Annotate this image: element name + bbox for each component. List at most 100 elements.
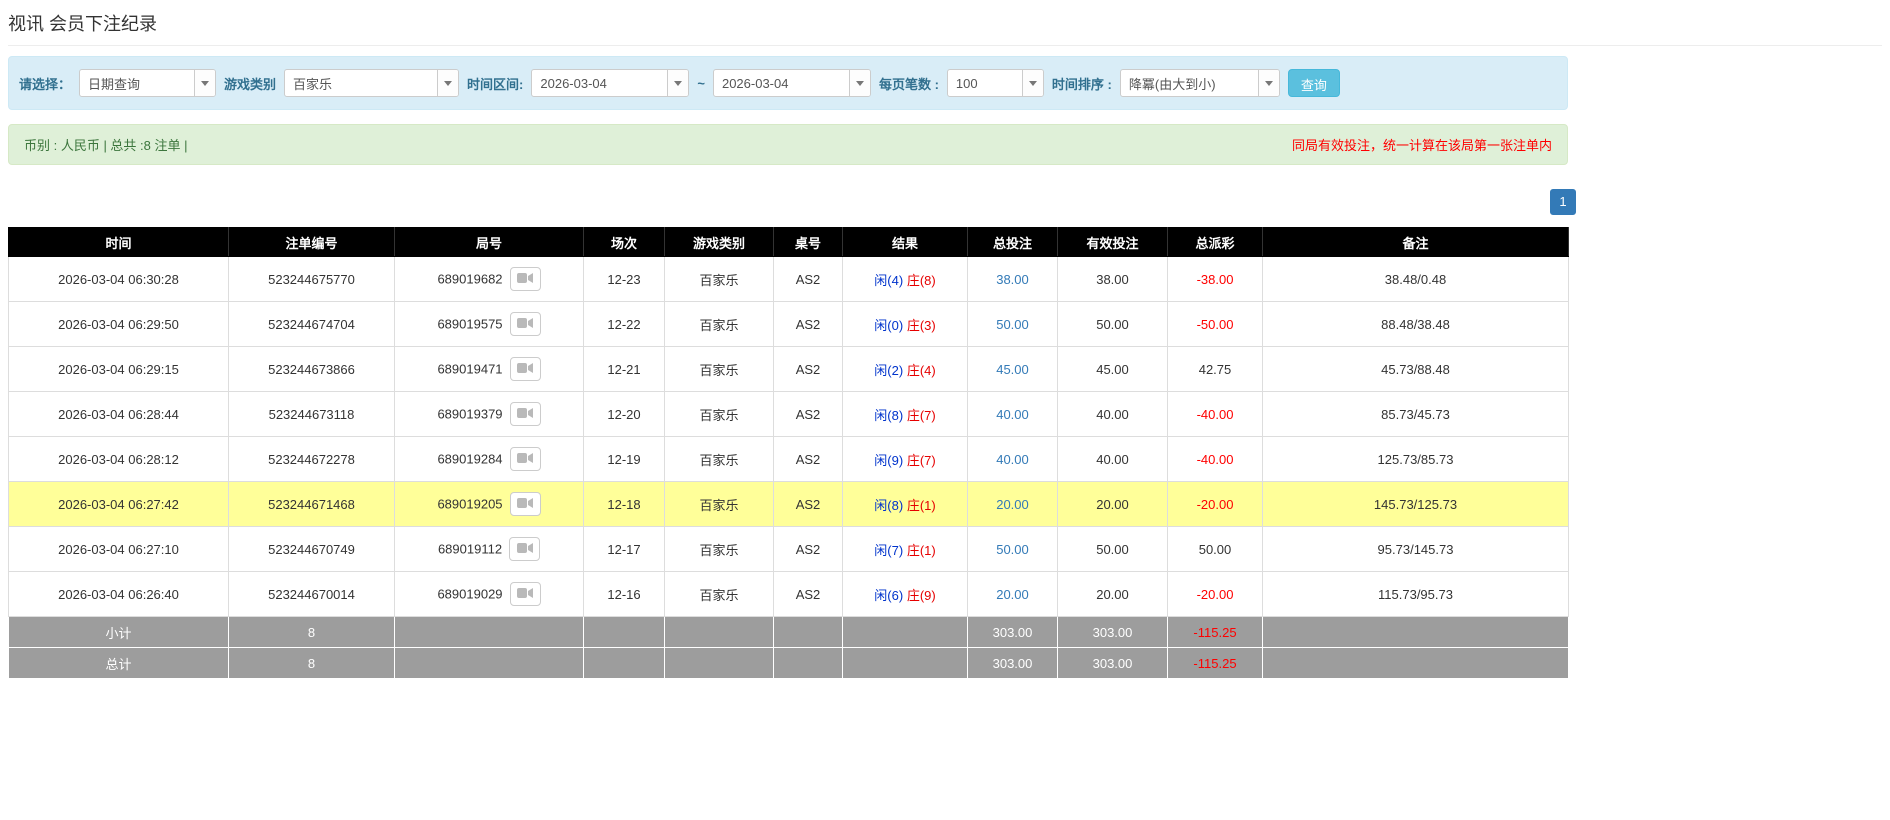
cell-total-bet: 50.00 [967, 301, 1058, 347]
cell-valid-bet: 40.00 [1057, 391, 1168, 437]
cell-valid-bet: 50.00 [1057, 526, 1168, 572]
total-bet-link[interactable]: 20.00 [996, 587, 1029, 602]
result-banker: 庄(9) [906, 587, 936, 603]
cell-bet-id: 523244670749 [228, 526, 395, 572]
total-bet-link[interactable]: 40.00 [996, 452, 1029, 467]
total-bet-link[interactable]: 40.00 [996, 407, 1029, 422]
bet-records-table: 时间 注单编号 局号 场次 游戏类别 桌号 结果 总投注 有效投注 总派彩 备注 2026-03-0… [8, 227, 1569, 679]
pagination: 1 [8, 189, 1576, 215]
cell-game-type: 百家乐 [664, 526, 774, 572]
chevron-down-icon[interactable] [437, 70, 459, 96]
column-header: 总投注 [967, 227, 1058, 257]
cell-time: 2026-03-04 06:28:44 [8, 391, 229, 437]
chevron-down-icon[interactable] [667, 70, 689, 96]
cell-total-bet: 40.00 [967, 436, 1058, 482]
result-player: 闲(7) [874, 542, 904, 558]
video-replay-button[interactable] [509, 447, 541, 471]
video-camera-icon [517, 362, 534, 377]
round-id-text: 689019205 [437, 496, 503, 512]
cell-result: 闲(8) 庄(1) [842, 481, 968, 527]
column-header: 场次 [583, 227, 665, 257]
sort-order-select[interactable]: 降冪(由大到小) [1119, 69, 1280, 97]
cell-remark: 95.73/145.73 [1262, 526, 1569, 572]
cell-payout: -40.00 [1167, 436, 1263, 482]
cell-result: 闲(6) 庄(9) [842, 571, 968, 617]
cell-payout: -50.00 [1167, 301, 1263, 347]
total-count: 8 [228, 647, 395, 679]
cell-bet-id: 523244673866 [228, 346, 395, 392]
cell-valid-bet: 38.00 [1057, 256, 1168, 302]
round-id-text: 689019682 [437, 271, 503, 287]
cell-time: 2026-03-04 06:27:10 [8, 526, 229, 572]
video-replay-button[interactable] [509, 582, 541, 606]
video-camera-icon [517, 497, 534, 512]
page-button-1[interactable]: 1 [1550, 189, 1576, 215]
total-bet-link[interactable]: 50.00 [996, 542, 1029, 557]
query-type-select[interactable]: 日期查询 [79, 69, 217, 97]
table-row[interactable]: 2026-03-04 06:30:28 523244675770 6890196… [8, 256, 1569, 302]
cell-session: 12-18 [583, 481, 665, 527]
filter-bar: 请选择： 日期查询 游戏类别 百家乐 时间区间: 2026-03-04 ~ 20… [8, 56, 1568, 110]
video-replay-button[interactable] [509, 357, 541, 381]
video-replay-button[interactable] [509, 312, 541, 336]
video-replay-button[interactable] [509, 537, 541, 561]
table-row[interactable]: 2026-03-04 06:27:42 523244671468 6890192… [8, 481, 1569, 527]
cell-bet-id: 523244673118 [228, 391, 395, 437]
game-type-select[interactable]: 百家乐 [284, 69, 460, 97]
cell-payout: 42.75 [1167, 346, 1263, 392]
cell-total-bet: 38.00 [967, 256, 1058, 302]
table-row[interactable]: 2026-03-04 06:29:50 523244674704 6890195… [8, 301, 1569, 347]
game-type-label: 游戏类别 [224, 76, 277, 92]
table-row[interactable]: 2026-03-04 06:26:40 523244670014 6890190… [8, 571, 1569, 617]
date-from-select[interactable]: 2026-03-04 [531, 69, 690, 97]
total-bet-link[interactable]: 45.00 [996, 362, 1029, 377]
video-replay-button[interactable] [509, 402, 541, 426]
grand-total-row: 总计 8 303.00 303.00 -115.25 [8, 647, 1569, 679]
table-row[interactable]: 2026-03-04 06:28:12 523244672278 6890192… [8, 436, 1569, 482]
time-range-label: 时间区间: [467, 76, 524, 92]
table-row[interactable]: 2026-03-04 06:29:15 523244673866 6890194… [8, 346, 1569, 392]
cell-round-id: 689019575 [394, 301, 584, 347]
round-id-text: 689019029 [437, 586, 503, 602]
cell-bet-id: 523244670014 [228, 571, 395, 617]
total-bet-link[interactable]: 38.00 [996, 272, 1029, 287]
total-bet-link[interactable]: 20.00 [996, 497, 1029, 512]
result-player: 闲(2) [874, 362, 904, 378]
cell-valid-bet: 20.00 [1057, 481, 1168, 527]
page-size-select[interactable]: 100 [946, 69, 1044, 97]
date-to-select[interactable]: 2026-03-04 [712, 69, 871, 97]
total-bet-link[interactable]: 50.00 [996, 317, 1029, 332]
chevron-down-icon[interactable] [1021, 70, 1043, 96]
chevron-down-icon[interactable] [194, 70, 216, 96]
cell-table-no: AS2 [773, 346, 843, 392]
column-header: 结果 [842, 227, 968, 257]
cell-remark: 88.48/38.48 [1262, 301, 1569, 347]
page-header: 视讯 会员下注纪录 [8, 10, 1882, 46]
cell-valid-bet: 50.00 [1057, 301, 1168, 347]
cell-total-bet: 20.00 [967, 571, 1058, 617]
search-button[interactable]: 查询 [1287, 69, 1340, 97]
chevron-down-icon[interactable] [1257, 70, 1279, 96]
column-header: 桌号 [773, 227, 843, 257]
cell-time: 2026-03-04 06:29:50 [8, 301, 229, 347]
currency-summary-text: 币别 : 人民币 | 总共 :8 注单 | [24, 138, 188, 153]
cell-session: 12-20 [583, 391, 665, 437]
video-replay-button[interactable] [509, 267, 541, 291]
column-header: 备注 [1262, 227, 1569, 257]
table-row[interactable]: 2026-03-04 06:27:10 523244670749 6890191… [8, 526, 1569, 572]
result-banker: 庄(3) [906, 317, 936, 333]
cell-payout: -20.00 [1167, 571, 1263, 617]
cell-session: 12-21 [583, 346, 665, 392]
cell-bet-id: 523244672278 [228, 436, 395, 482]
chevron-down-icon[interactable] [848, 70, 870, 96]
round-id-text: 689019284 [437, 451, 503, 467]
result-banker: 庄(8) [906, 272, 936, 288]
cell-game-type: 百家乐 [664, 436, 774, 482]
video-replay-button[interactable] [509, 492, 541, 516]
cell-total-bet: 20.00 [967, 481, 1058, 527]
table-row[interactable]: 2026-03-04 06:28:44 523244673118 6890193… [8, 391, 1569, 437]
cell-table-no: AS2 [773, 526, 843, 572]
summary-info-bar: 币别 : 人民币 | 总共 :8 注单 | 同局有效投注，统一计算在该局第一张注… [8, 124, 1568, 165]
cell-table-no: AS2 [773, 436, 843, 482]
cell-session: 12-19 [583, 436, 665, 482]
